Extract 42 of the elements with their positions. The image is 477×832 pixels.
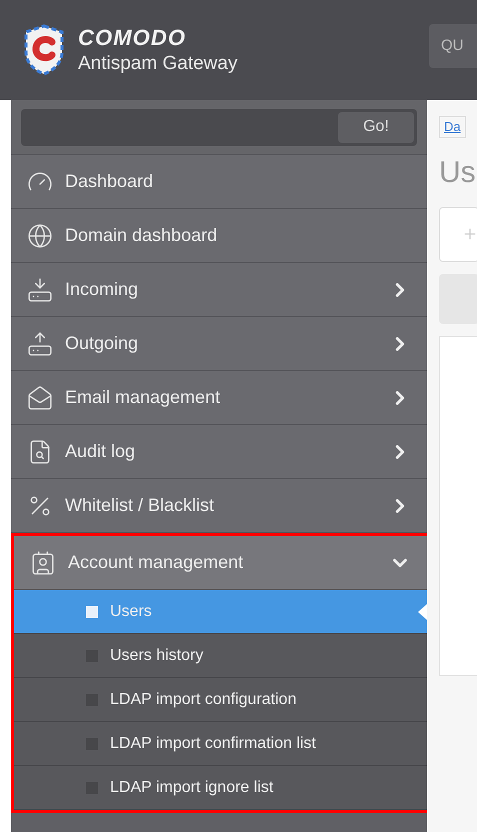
menu-label: Domain dashboard bbox=[65, 224, 218, 247]
download-tray-icon bbox=[27, 276, 53, 302]
submenu-item[interactable]: Users history bbox=[14, 634, 427, 678]
globe-icon bbox=[27, 222, 53, 248]
submenu-label: LDAP import configuration bbox=[110, 690, 296, 710]
brand-name: COMODO bbox=[78, 24, 188, 52]
add-button[interactable] bbox=[439, 206, 477, 262]
plus-icon bbox=[462, 226, 477, 242]
open-envelope-icon bbox=[27, 384, 53, 410]
menu-item[interactable]: Outgoing bbox=[11, 317, 427, 371]
menu-item[interactable]: Incoming bbox=[11, 263, 427, 317]
menu-item[interactable]: Email management bbox=[11, 371, 427, 425]
menu-item[interactable]: Domain dashboard bbox=[11, 209, 427, 263]
breadcrumb-link[interactable]: Da bbox=[439, 116, 466, 138]
submenu-label: Users bbox=[110, 602, 152, 622]
submenu-label: Users history bbox=[110, 646, 204, 666]
submenu-label: LDAP import confirmation list bbox=[110, 734, 316, 754]
submenu-item[interactable]: LDAP import confirmation list bbox=[14, 722, 427, 766]
submenu-label: LDAP import ignore list bbox=[110, 778, 274, 798]
menu-label: Account management bbox=[68, 551, 244, 574]
submenu-item[interactable]: Users bbox=[14, 590, 427, 634]
upload-tray-icon bbox=[27, 330, 53, 356]
menu-item[interactable]: Account management bbox=[14, 536, 427, 590]
menu-label: Email management bbox=[65, 386, 222, 409]
menu-label: Dashboard bbox=[65, 170, 154, 193]
shield-logo-icon bbox=[22, 24, 66, 76]
header-button[interactable]: QU bbox=[429, 24, 477, 68]
product-name: Antispam Gateway bbox=[78, 52, 238, 76]
menu-label: Outgoing bbox=[65, 332, 140, 355]
menu-label: Whitelist / Blacklist bbox=[65, 494, 216, 517]
menu-label: Audit log bbox=[65, 440, 136, 463]
contact-card-icon bbox=[30, 550, 56, 576]
menu-label: Incoming bbox=[65, 278, 140, 301]
menu-item[interactable]: Dashboard bbox=[11, 155, 427, 209]
menu-item[interactable]: Whitelist / Blacklist bbox=[11, 479, 427, 533]
search-field[interactable]: Go! bbox=[21, 108, 417, 146]
submenu-item[interactable]: LDAP import ignore list bbox=[14, 766, 427, 810]
menu-item[interactable]: Audit log bbox=[11, 425, 427, 479]
submenu-item[interactable]: LDAP import configuration bbox=[14, 678, 427, 722]
square-bullet-icon bbox=[86, 606, 98, 618]
page-title: Us bbox=[439, 154, 477, 190]
go-button[interactable]: Go! bbox=[338, 112, 414, 142]
